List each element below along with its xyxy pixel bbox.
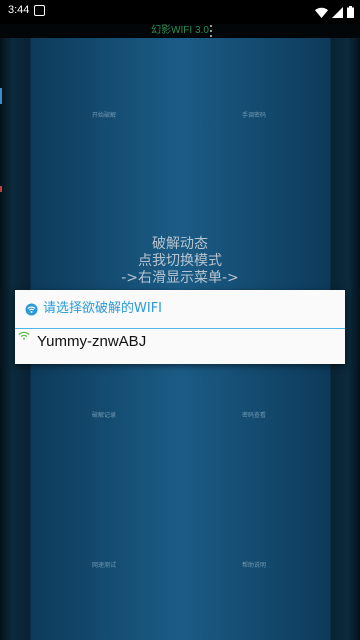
bg-label-manual-password: 手调密码 — [242, 112, 267, 119]
dialog-header: 请选择欲破解的WIFI — [15, 290, 345, 328]
battery-icon — [347, 6, 354, 18]
edge-indicator — [0, 88, 2, 104]
status-time: 3:44 — [8, 4, 30, 16]
message-line-2: 点我切换模式 — [138, 253, 222, 269]
bg-label-speed-test: 网速测试 — [92, 562, 117, 569]
wifi-signal-icon — [315, 7, 328, 18]
edge-indicator — [0, 186, 2, 192]
bg-label-crack-record: 破解记录 — [92, 412, 117, 419]
app-bar: 幻影WIFI 3.0 — [0, 24, 360, 38]
dialog-title: 请选择欲破解的WIFI — [43, 301, 162, 316]
status-icons — [315, 5, 354, 19]
cell-signal-icon — [332, 6, 343, 18]
bg-label-help: 帮助说明 — [242, 562, 267, 569]
app-title: 幻影WIFI 3.0 — [151, 25, 209, 36]
wifi-signal-icon — [18, 331, 30, 340]
wifi-crack-icon — [25, 303, 38, 316]
wifi-list-item[interactable]: Yummy-znwABJ — [15, 329, 345, 364]
bg-label-start-crack: 开始破解 — [92, 112, 117, 119]
wifi-select-dialog: 请选择欲破解的WIFI Yummy-znwABJ — [15, 290, 345, 364]
message-line-3: ->右滑显示菜单-> — [121, 270, 239, 286]
status-bar: 3:44 — [0, 0, 360, 24]
mode-toggle-message[interactable]: 破解动态 点我切换模式 ->右滑显示菜单-> — [60, 236, 300, 287]
wifi-ssid: Yummy-znwABJ — [37, 333, 147, 350]
notification-box-icon — [34, 5, 45, 16]
overflow-menu-icon[interactable] — [207, 25, 215, 37]
message-line-1: 破解动态 — [152, 236, 208, 252]
bg-label-password-view: 密码查看 — [242, 412, 267, 419]
